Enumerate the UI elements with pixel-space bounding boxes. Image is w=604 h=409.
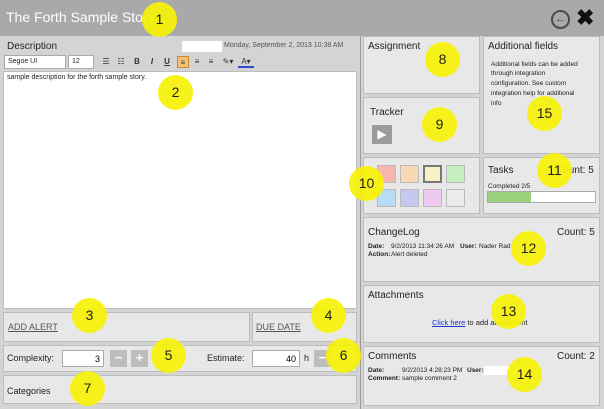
highlight-color-icon[interactable]: ✎▾ (220, 56, 236, 68)
color-swatch-gray[interactable] (446, 189, 465, 207)
additional-fields-line: through integration (491, 70, 546, 77)
annotation-marker: 6 (326, 338, 361, 373)
font-color-icon[interactable]: A▾ (238, 56, 254, 68)
due-date-link[interactable]: DUE DATE (256, 322, 301, 332)
annotation-marker: 7 (70, 371, 105, 406)
estimate-input[interactable] (252, 350, 300, 367)
categories-label: Categories (7, 386, 51, 396)
underline-button[interactable]: U (161, 56, 173, 68)
annotation-marker: 11 (537, 153, 572, 188)
bullet-list-icon[interactable]: ☰ (100, 56, 112, 68)
estimate-label: Estimate: (207, 353, 245, 363)
color-swatch-orange[interactable] (400, 165, 419, 183)
align-right-icon[interactable]: ≡ (205, 56, 217, 68)
italic-button[interactable]: I (146, 56, 158, 68)
comments-date-label: Date: (368, 367, 385, 374)
changelog-action: Alert deleted (391, 251, 428, 258)
comments-comment-label: Comment: (368, 375, 401, 382)
comments-comment: sample comment 2 (402, 375, 457, 382)
additional-fields-title: Additional fields (488, 41, 559, 52)
color-swatch-pink[interactable] (423, 189, 442, 207)
annotation-marker: 5 (151, 338, 186, 373)
close-icon[interactable]: ✖ (576, 6, 594, 30)
tasks-progress-fill (488, 192, 531, 202)
annotation-marker: 12 (511, 231, 546, 266)
complexity-increment-button[interactable]: + (131, 350, 148, 367)
align-center-icon[interactable]: ≡ (191, 56, 203, 68)
comments-title: Comments (368, 351, 417, 362)
changelog-title: ChangeLog (368, 227, 420, 238)
changelog-date: 9/2/2013 11:34:26 AM (391, 243, 455, 250)
font-size-select[interactable]: 12 (68, 55, 94, 69)
estimate-unit: h (304, 353, 310, 363)
comments-date: 9/2/2013 4:28:23 PM (402, 367, 463, 374)
assignment-title: Assignment (368, 41, 421, 52)
bold-button[interactable]: B (131, 56, 143, 68)
description-label: Description (7, 41, 58, 52)
attachments-title: Attachments (368, 290, 424, 301)
complexity-decrement-button[interactable]: − (110, 350, 127, 367)
color-swatch-indigo[interactable] (400, 189, 419, 207)
annotation-marker: 14 (507, 357, 542, 392)
numbered-list-icon[interactable]: ☷ (115, 56, 127, 68)
additional-fields-line: info (491, 100, 502, 107)
complexity-input[interactable] (62, 350, 104, 367)
arrow-left-icon[interactable]: ← (551, 10, 570, 29)
color-swatch-yellow[interactable] (423, 165, 442, 183)
annotation-marker: 8 (425, 42, 460, 77)
annotation-marker: 2 (158, 75, 193, 110)
date-redacted-field (182, 41, 222, 52)
annotation-marker: 9 (422, 107, 457, 142)
additional-fields-line: integration help for additional (491, 90, 575, 97)
comments-count: Count: 2 (557, 351, 595, 362)
annotation-marker: 13 (491, 294, 526, 329)
tracker-title: Tracker (370, 107, 404, 118)
changelog-user: Nader Rad (479, 243, 511, 250)
annotation-marker: 3 (72, 298, 107, 333)
description-date: Monday, September 2, 2013 10:38 AM (224, 42, 344, 49)
tasks-title: Tasks (488, 165, 514, 176)
add-attachment-link[interactable]: Click here (432, 318, 465, 327)
changelog-date-label: Date: (368, 243, 385, 250)
comments-user-label: User: (467, 367, 484, 374)
changelog-action-label: Action: (368, 251, 391, 258)
changelog-count: Count: 5 (557, 227, 595, 238)
additional-fields-line: configuration. See custom (491, 80, 567, 87)
tasks-completed: Completed 2/5 (488, 183, 531, 190)
add-alert-link[interactable]: ADD ALERT (8, 322, 58, 332)
categories-panel[interactable] (3, 375, 357, 404)
color-swatch-green[interactable] (446, 165, 465, 183)
annotation-marker: 15 (527, 96, 562, 131)
changelog-user-label: User: (460, 243, 477, 250)
font-family-select[interactable]: Segoe UI (4, 55, 66, 69)
description-text: sample description for the forth sample … (7, 74, 147, 81)
story-title: The Forth Sample Story (6, 9, 155, 25)
align-left-icon[interactable]: ≡ (177, 56, 189, 68)
play-icon[interactable]: ▶ (372, 125, 392, 144)
annotation-marker: 10 (349, 166, 384, 201)
complexity-label: Complexity: (7, 353, 55, 363)
annotation-marker: 4 (311, 298, 346, 333)
annotation-marker: 1 (142, 2, 177, 37)
additional-fields-line: Additional fields can be added (491, 61, 578, 68)
